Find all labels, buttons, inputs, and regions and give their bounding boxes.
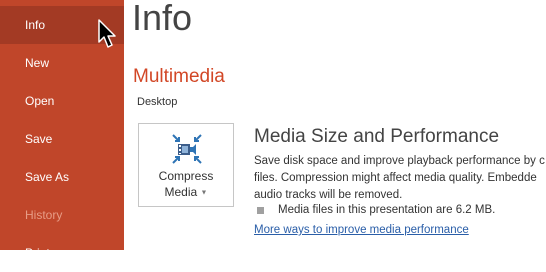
mouse-cursor-icon <box>98 19 116 48</box>
page-title: Info <box>132 0 193 38</box>
compress-media-button[interactable]: Compress Media ▼ <box>138 123 234 207</box>
media-size-bullet: Media files in this presentation are 6.2… <box>278 204 496 216</box>
section-subtitle: Desktop <box>137 96 178 108</box>
media-size-description: Save disk space and improve playback per… <box>254 153 546 204</box>
nav-item-print[interactable]: Print <box>0 234 124 272</box>
nav-item-save[interactable]: Save <box>0 120 124 158</box>
compress-media-icon <box>172 134 202 164</box>
nav-item-save-as[interactable]: Save As <box>0 158 124 196</box>
nav-item-history[interactable]: History <box>0 196 124 234</box>
section-title: Multimedia <box>133 66 225 87</box>
description-line: files. Compression might affect media qu… <box>254 172 537 184</box>
description-line: Save disk space and improve playback per… <box>254 155 545 167</box>
chevron-down-icon: ▼ <box>200 189 208 197</box>
more-ways-link[interactable]: More ways to improve media performance <box>254 224 469 236</box>
media-size-title: Media Size and Performance <box>254 126 500 147</box>
compress-label-line2-wrap: Media ▼ <box>139 185 233 199</box>
bullet-icon <box>257 207 264 214</box>
compress-label-line2: Media <box>164 185 198 199</box>
compress-label-line1: Compress <box>158 169 214 183</box>
nav-item-open[interactable]: Open <box>0 82 124 120</box>
main-content: Info Multimedia Desktop Compress Media ▼… <box>124 0 546 250</box>
description-line: audio tracks will be removed. <box>254 189 403 201</box>
